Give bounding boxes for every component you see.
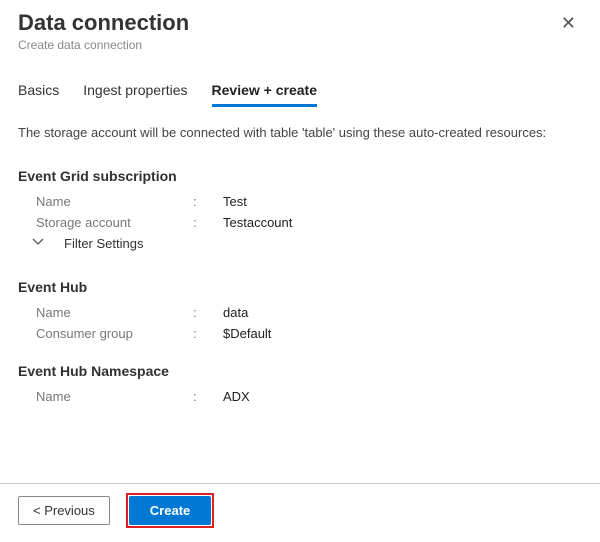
footer-divider <box>0 483 600 484</box>
create-button[interactable]: Create <box>129 496 211 525</box>
label-name: Name <box>18 305 193 320</box>
row-event-grid-name: Name : Test <box>18 194 582 209</box>
colon: : <box>193 194 223 209</box>
footer: < Previous Create <box>18 493 214 528</box>
value-storage-account: Testaccount <box>223 215 292 230</box>
tabs: Basics Ingest properties Review + create <box>18 82 582 107</box>
tab-ingest-properties[interactable]: Ingest properties <box>83 82 187 107</box>
chevron-down-icon <box>32 236 48 251</box>
row-namespace-name: Name : ADX <box>18 389 582 404</box>
tab-review-create[interactable]: Review + create <box>212 82 317 107</box>
filter-settings-label: Filter Settings <box>64 236 143 251</box>
section-event-grid: Event Grid subscription Name : Test Stor… <box>18 168 582 251</box>
section-title-event-hub: Event Hub <box>18 279 582 295</box>
value-event-grid-name: Test <box>223 194 247 209</box>
colon: : <box>193 326 223 341</box>
value-consumer-group: $Default <box>223 326 271 341</box>
page-title: Data connection <box>18 10 189 36</box>
section-event-hub-namespace: Event Hub Namespace Name : ADX <box>18 363 582 404</box>
value-event-hub-name: data <box>223 305 248 320</box>
info-text: The storage account will be connected wi… <box>18 125 582 140</box>
close-icon[interactable]: ✕ <box>555 10 582 36</box>
value-namespace-name: ADX <box>223 389 250 404</box>
section-title-event-grid: Event Grid subscription <box>18 168 582 184</box>
page-subtitle: Create data connection <box>18 38 189 52</box>
row-event-grid-storage: Storage account : Testaccount <box>18 215 582 230</box>
row-consumer-group: Consumer group : $Default <box>18 326 582 341</box>
colon: : <box>193 305 223 320</box>
label-name: Name <box>18 389 193 404</box>
section-event-hub: Event Hub Name : data Consumer group : $… <box>18 279 582 341</box>
previous-button[interactable]: < Previous <box>18 496 110 525</box>
label-name: Name <box>18 194 193 209</box>
create-button-highlight: Create <box>126 493 214 528</box>
section-title-namespace: Event Hub Namespace <box>18 363 582 379</box>
tab-basics[interactable]: Basics <box>18 82 59 107</box>
colon: : <box>193 215 223 230</box>
label-consumer-group: Consumer group <box>18 326 193 341</box>
row-event-hub-name: Name : data <box>18 305 582 320</box>
colon: : <box>193 389 223 404</box>
filter-settings-toggle[interactable]: Filter Settings <box>18 236 582 251</box>
label-storage-account: Storage account <box>18 215 193 230</box>
